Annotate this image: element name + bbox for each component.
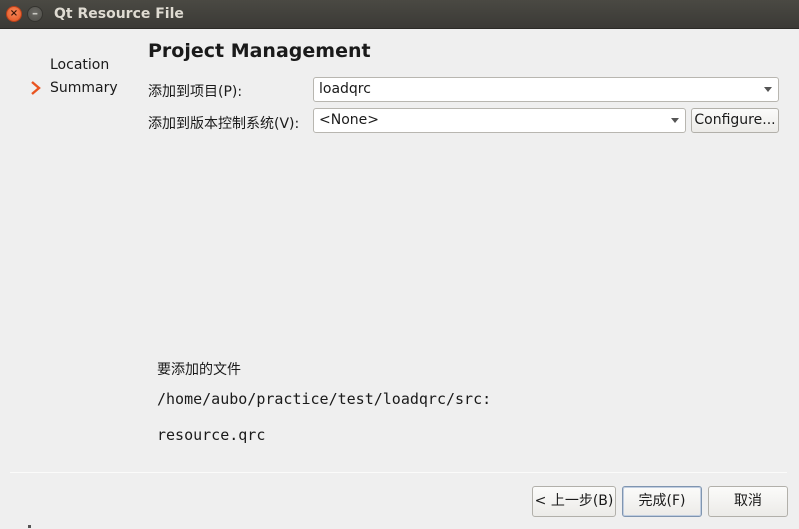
project-select-value: loadqrc [319,81,371,97]
dropdown-arrow-icon [671,118,679,123]
configure-button[interactable]: Configure... [691,108,779,133]
vcs-label: 添加到版本控制系统(V): [148,116,300,132]
files-directory: /home/aubo/practice/test/loadqrc/src: [157,390,492,408]
vcs-select-value: <None> [319,112,379,128]
resize-grip[interactable] [28,525,31,528]
close-icon: × [9,8,19,19]
finish-button[interactable]: 完成(F) [622,486,702,517]
title-bar: × – Qt Resource File [0,0,799,29]
step-location: Location [50,57,110,73]
window-title: Qt Resource File [54,6,184,22]
separator [10,472,787,473]
chevron-right-icon [31,81,41,95]
back-button[interactable]: < 上一步(B) [532,486,616,517]
file-name: resource.qrc [157,426,266,444]
page-title: Project Management [148,40,371,62]
minimize-icon: – [32,6,38,20]
dropdown-arrow-icon [764,87,772,92]
cancel-button[interactable]: 取消 [708,486,788,517]
project-label: 添加到项目(P): [148,84,243,100]
step-summary: Summary [50,80,118,96]
vcs-select[interactable]: <None> [313,108,686,133]
project-select[interactable]: loadqrc [313,77,779,102]
window-minimize-button[interactable]: – [27,6,43,22]
window-close-button[interactable]: × [6,6,22,22]
files-to-add-caption: 要添加的文件 [157,362,241,378]
